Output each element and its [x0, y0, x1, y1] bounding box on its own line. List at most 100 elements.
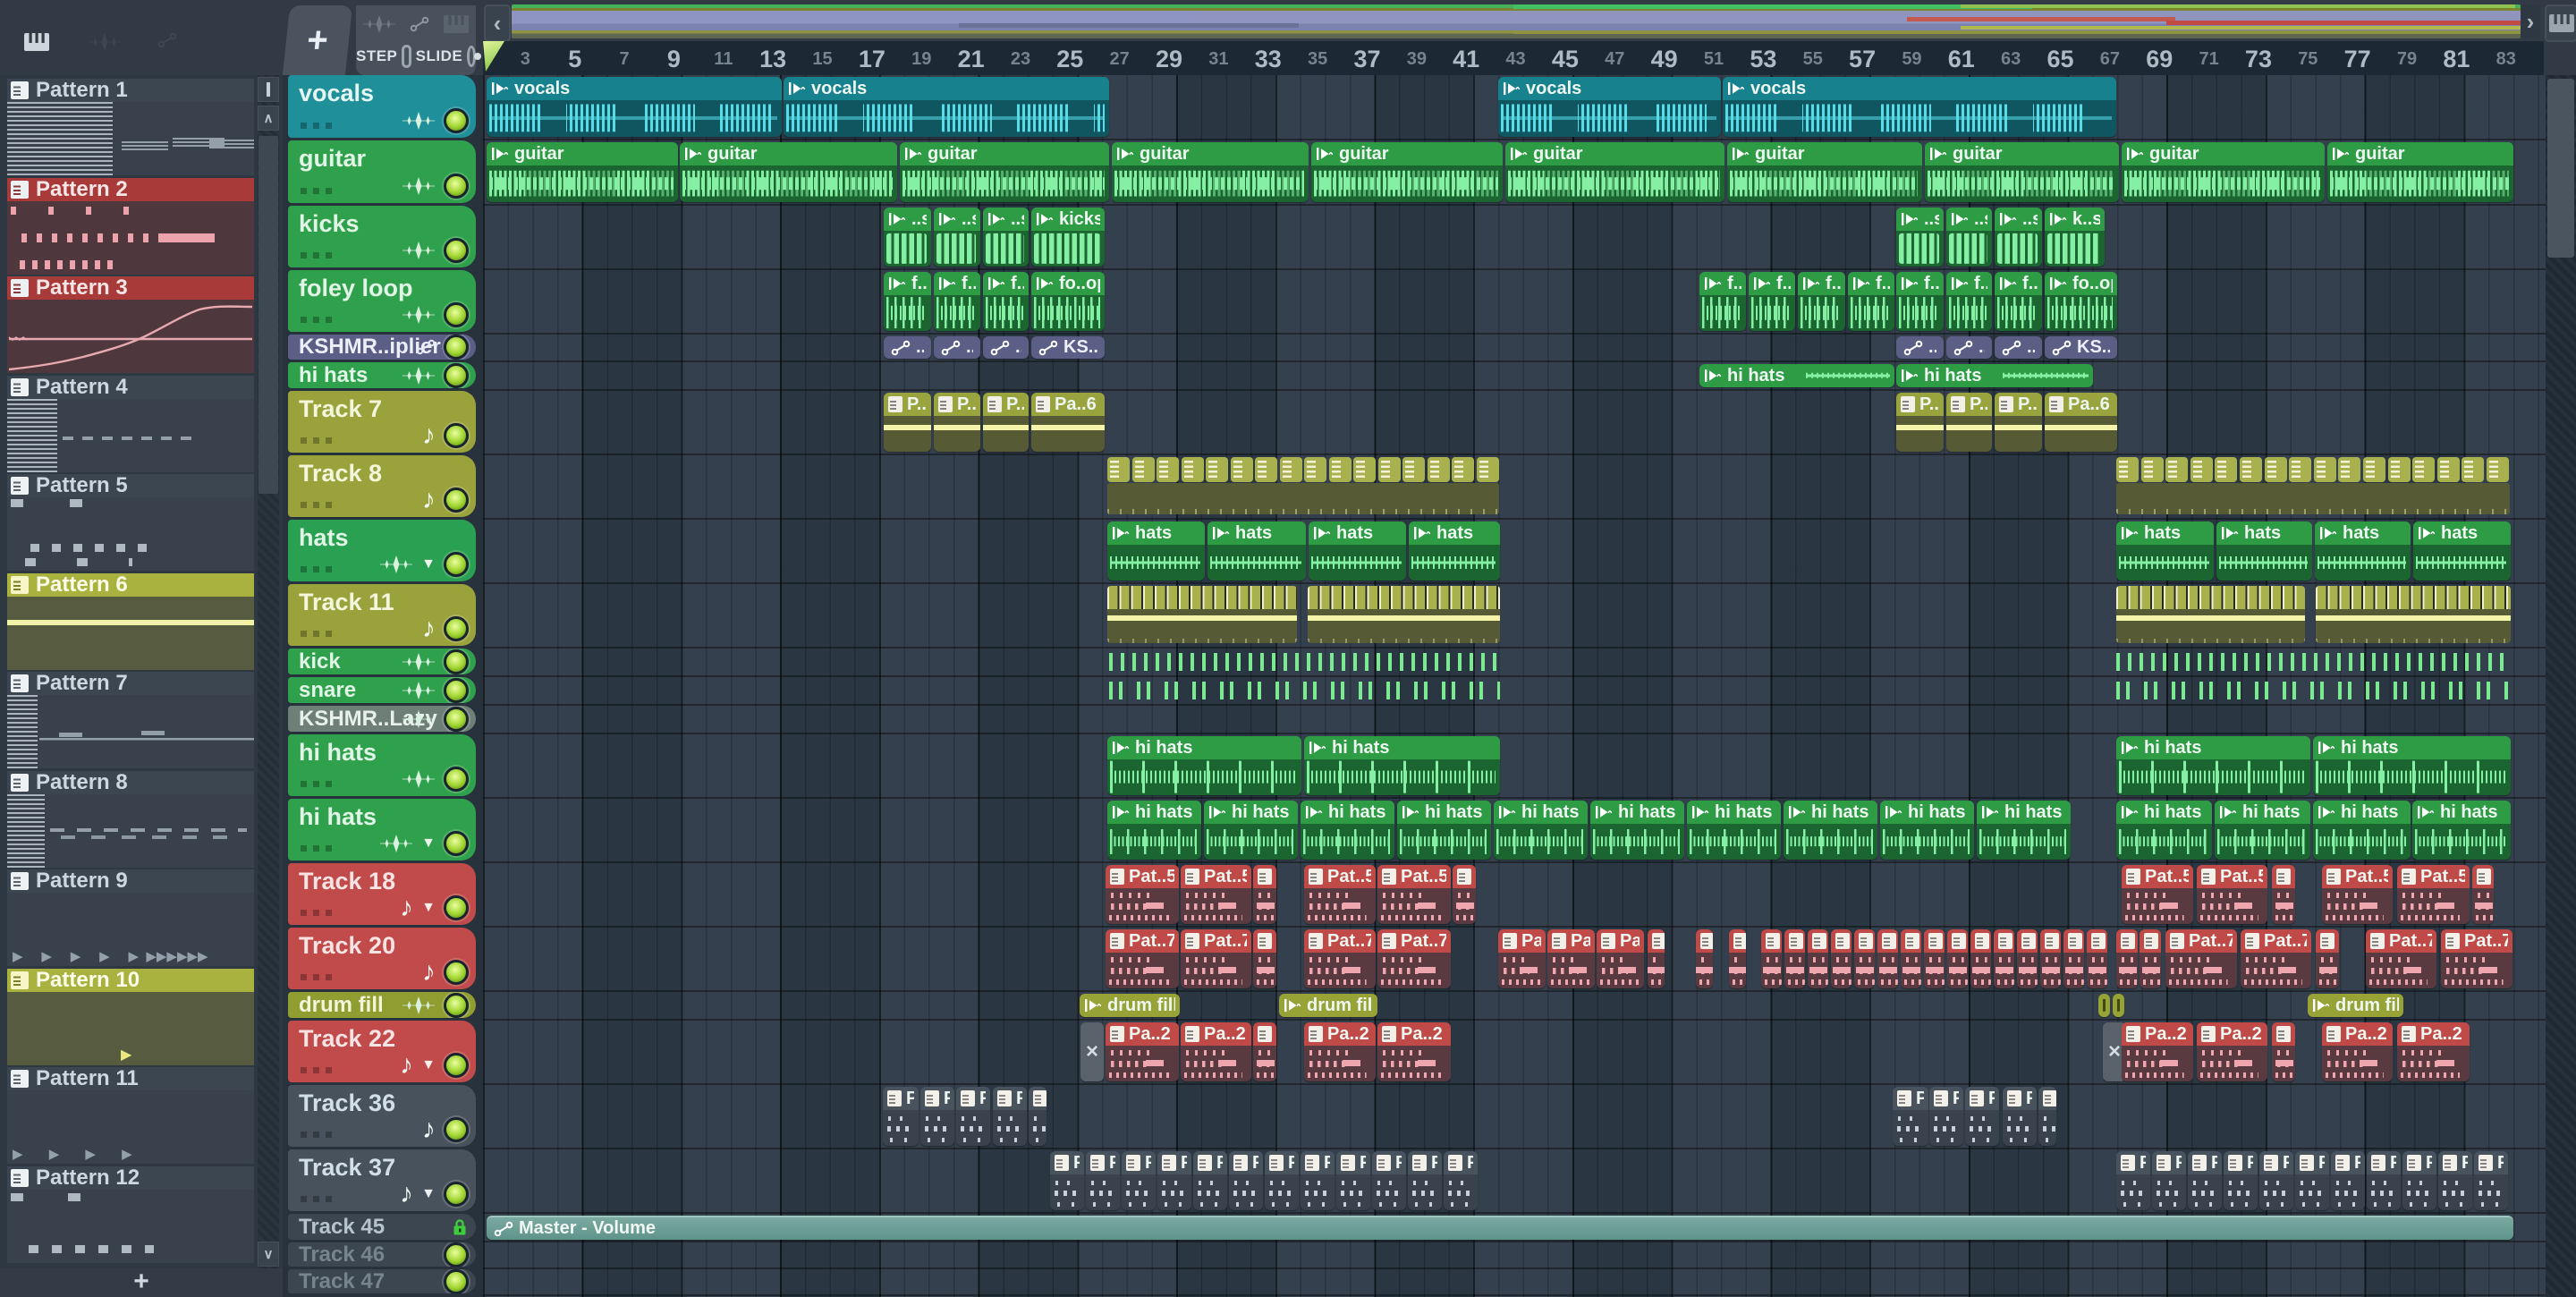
add-pattern-bar[interactable]: + [0, 1268, 283, 1297]
pattern-clip[interactable] [2316, 929, 2339, 988]
pattern-clip-p-[interactable]: P.. [1301, 1151, 1335, 1210]
pattern-item-7[interactable]: Pattern 7 [7, 671, 254, 768]
pattern-clip[interactable] [1253, 1022, 1276, 1081]
audio-clip-hi-hats[interactable]: hi hats [1880, 801, 1974, 860]
pattern-clip-pa-2[interactable]: Pa..2 [1106, 1022, 1179, 1081]
pattern-clip-pat-5[interactable]: Pat..5 [1377, 865, 1451, 924]
track-header-kshmr-lazy-12[interactable]: KSHMR..Lazy [288, 706, 476, 732]
pattern-pill[interactable] [1230, 457, 1253, 482]
audio-clip-hi-hats[interactable]: hi hats [1397, 801, 1491, 860]
pattern-clip-narrow[interactable] [2087, 929, 2107, 988]
pattern-clip-narrow[interactable] [2017, 929, 2038, 988]
pattern-clip-narrow[interactable] [1761, 929, 1782, 988]
mute-dots[interactable] [301, 502, 336, 508]
pattern-pill[interactable] [2289, 457, 2312, 482]
pattern-header[interactable]: Pattern 2 [7, 177, 254, 201]
track-led[interactable] [444, 616, 469, 641]
pattern-clip-p-[interactable]: P.. [1229, 1151, 1263, 1210]
mute-dots[interactable] [301, 317, 336, 323]
pattern-header[interactable]: Pattern 8 [7, 770, 254, 794]
audio-clip-guitar[interactable]: guitar [2122, 142, 2325, 202]
audio-clip--s[interactable]: ..s [1995, 208, 2042, 267]
audio-clip--s[interactable]: ..s [934, 208, 980, 267]
pattern-clip[interactable] [2140, 929, 2161, 988]
track-led[interactable] [444, 992, 469, 1018]
mute-dots[interactable] [301, 845, 336, 852]
pattern-clip-pa-2[interactable]: Pa..2 [2322, 1022, 2393, 1081]
pattern-clip-p-[interactable]: P.. [1408, 1151, 1442, 1210]
pattern-item-1[interactable]: Pattern 1 [7, 78, 254, 175]
note-ticks-clip[interactable] [2116, 682, 2511, 699]
pattern-clip-p-[interactable]: P.. [1965, 1087, 1999, 1146]
pattern-clip[interactable] [1648, 929, 1665, 988]
pattern-pill[interactable] [2190, 457, 2213, 482]
overview-minimap[interactable] [512, 4, 2521, 38]
pattern-clip-pat-5[interactable]: Pat..5 [1181, 865, 1251, 924]
track-led[interactable] [444, 1053, 469, 1078]
audio-clip-guitar[interactable]: guitar [1925, 142, 2119, 202]
pattern-clip[interactable] [1696, 929, 1713, 988]
audio-clip-f-[interactable]: f.. [983, 272, 1029, 331]
track-header-track-37-20[interactable]: Track 37 ♪ ▼ [288, 1149, 476, 1211]
pattern-item-5[interactable]: Pattern 5 [7, 473, 254, 571]
pattern-pill[interactable] [1353, 457, 1376, 482]
mute-dots[interactable] [301, 188, 336, 194]
audio-clip--s[interactable]: ..s [983, 208, 1029, 267]
pattern-clip-pat-7[interactable]: Pat..7 [1498, 929, 1546, 988]
pattern-clip[interactable] [1729, 929, 1746, 988]
mute-dots[interactable] [301, 123, 336, 129]
audio-clip-f-[interactable]: f.. [1896, 272, 1944, 331]
pattern-clip-pat-7[interactable]: Pat..7 [1377, 929, 1451, 988]
pattern-clip-pat-5[interactable]: Pat..5 [1304, 865, 1376, 924]
timeline-ruler[interactable]: 3 5 7 9 11 13 15 17 19 21 23 25 27 29 31 33 35 37 39 41 43 45… [483, 41, 2544, 75]
note-ticks-clip[interactable] [2116, 653, 2511, 671]
pattern-clip-narrow[interactable] [1808, 929, 1828, 988]
audio-clip-guitar[interactable]: guitar [1112, 142, 1309, 202]
chevron-down-icon[interactable]: ▼ [421, 835, 436, 852]
audio-clip-drum-fill[interactable] [2113, 994, 2124, 1017]
pattern-clip-pat-7[interactable]: Pat..7 [2241, 929, 2311, 988]
draw-wave-icon[interactable] [362, 14, 396, 34]
pattern-clip-p-[interactable]: P.. [884, 393, 931, 452]
track-led[interactable] [444, 487, 469, 513]
pattern-clip-p-[interactable]: P.. [2259, 1151, 2293, 1210]
audio-clip-guitar[interactable]: guitar [2327, 142, 2513, 202]
audio-clip-drum-fill[interactable]: drum fill [2308, 994, 2403, 1017]
pattern-pill[interactable] [1452, 457, 1474, 482]
pattern-pill[interactable] [2412, 457, 2436, 482]
pattern-clip-narrow[interactable] [1784, 929, 1805, 988]
audio-clip-hi-hats[interactable]: hi hats [1699, 364, 1894, 387]
pattern-pill[interactable] [2215, 457, 2238, 482]
track-header-kick-10[interactable]: kick [288, 648, 476, 674]
mute-dots[interactable] [301, 910, 336, 916]
track-led[interactable] [444, 423, 469, 448]
audio-clip-hats[interactable]: hats [2116, 521, 2214, 581]
pattern-pill[interactable] [2462, 457, 2485, 482]
audio-clip-guitar[interactable]: guitar [1505, 142, 1724, 202]
pattern-pill[interactable] [2165, 457, 2189, 482]
pattern-clip-narrow[interactable] [2040, 929, 2061, 988]
track-header-vocals-0[interactable]: vocals [288, 75, 476, 138]
track-header-track-46-22[interactable]: Track 46 [288, 1242, 476, 1267]
pattern-clip-p-[interactable]: P.. [993, 1087, 1027, 1146]
pattern-clip[interactable] [2272, 865, 2295, 924]
note-ticks-clip[interactable] [1109, 653, 1500, 671]
pattern-item-12[interactable]: Pattern 12 [7, 1166, 254, 1263]
mute-dots[interactable] [301, 566, 336, 572]
audio-clip-f-[interactable]: f.. [884, 272, 931, 331]
audio-clip-guitar[interactable]: guitar [680, 142, 897, 202]
audio-clip-f-[interactable]: f.. [1798, 272, 1845, 331]
pattern-clip-pat-5[interactable]: Pat..5 [2197, 865, 2267, 924]
pattern-clip-pat-5[interactable]: Pat..5 [2122, 865, 2193, 924]
pattern-clip[interactable] [2116, 929, 2138, 988]
track-led[interactable] [444, 1269, 469, 1293]
chevron-down-icon[interactable]: ▼ [421, 1186, 436, 1202]
master-volume-clip[interactable]: Master - Volume [487, 1216, 2513, 1240]
pattern-clip-pat-7[interactable]: Pat..7 [1181, 929, 1251, 988]
track-header-track-45-21[interactable]: Track 45 [288, 1214, 476, 1240]
pattern-pill[interactable] [1427, 457, 1450, 482]
audio-clip-guitar[interactable]: guitar [487, 142, 678, 202]
step-checkbox[interactable] [402, 45, 411, 68]
pattern-clip[interactable] [1029, 1087, 1046, 1146]
playlist-area[interactable]: vocals vocals vocals vocals guitar guitar guit… [483, 75, 2546, 1297]
